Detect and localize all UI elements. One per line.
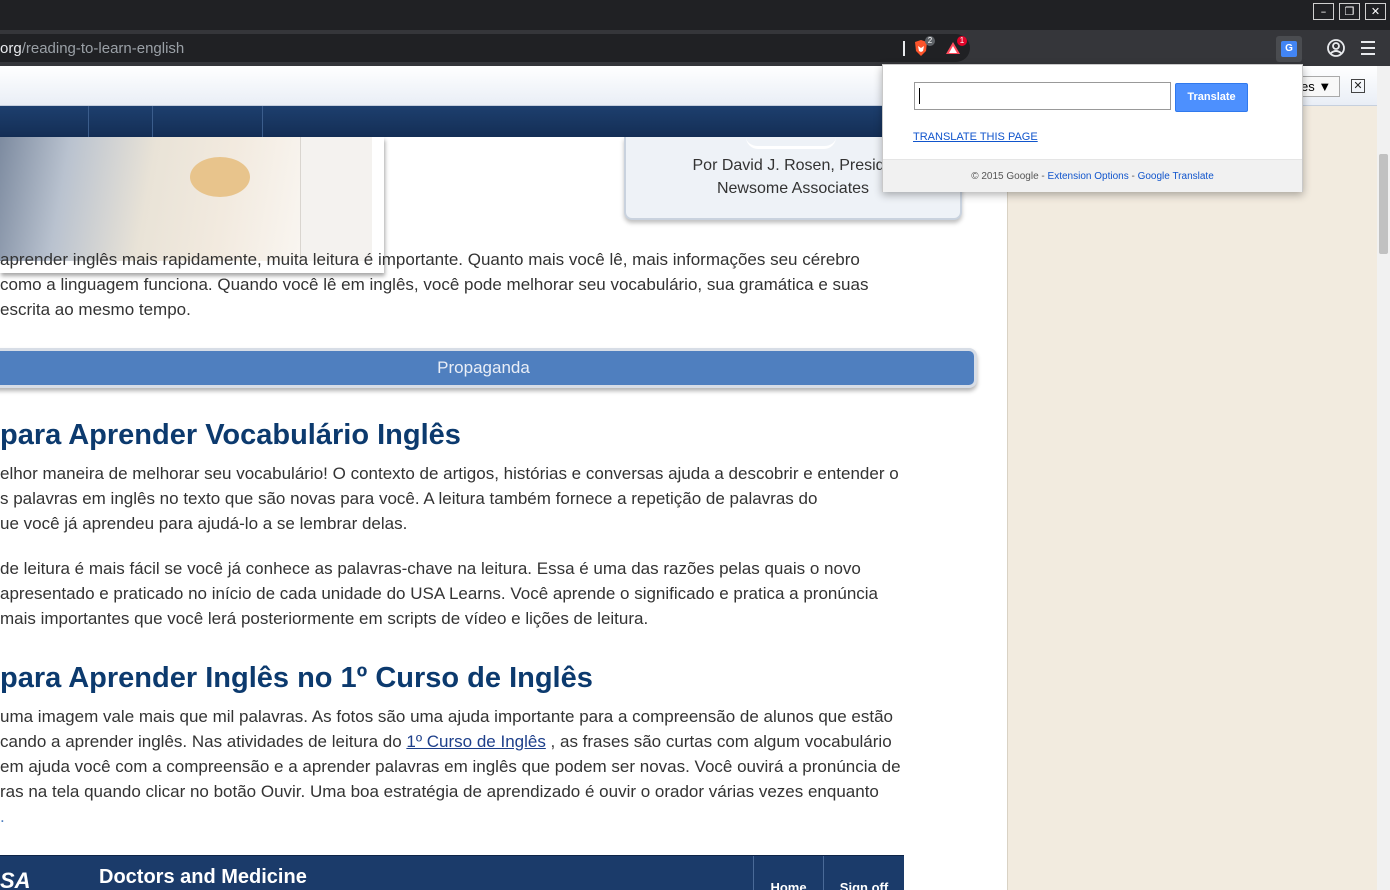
translate-bar-close-button[interactable]: ✕ xyxy=(1351,79,1365,93)
footer-separator: - xyxy=(1128,171,1138,182)
footer-copyright: © 2015 Google - xyxy=(971,171,1048,182)
intro-line-2: como a linguagem funciona. Quando você l… xyxy=(0,275,869,294)
author-photo-edge xyxy=(746,137,836,149)
video-home-button[interactable]: Home xyxy=(753,856,823,890)
extension-options-link[interactable]: Extension Options xyxy=(1048,171,1129,182)
page-scrollbar[interactable] xyxy=(1377,66,1390,890)
video-lesson-banner: SA Doctors and Medicine Home Sign off xyxy=(0,855,904,890)
profile-icon[interactable] xyxy=(1324,36,1348,60)
article-image xyxy=(0,137,372,261)
google-translate-extension-button[interactable]: G xyxy=(1276,36,1302,62)
google-translate-icon: G xyxy=(1281,41,1297,57)
google-translate-link[interactable]: Google Translate xyxy=(1138,171,1214,182)
url-text[interactable]: org/reading-to-learn-english xyxy=(0,40,184,57)
paragraph-line: em ajuda você com a compreensão e a apre… xyxy=(0,757,901,776)
paragraph-line: mais importantes que você lerá posterior… xyxy=(0,609,649,628)
image-detail xyxy=(190,157,250,197)
image-detail xyxy=(300,137,372,261)
address-bar[interactable]: org/reading-to-learn-english 2 1 xyxy=(0,34,970,62)
usa-learns-logo: SA xyxy=(0,868,31,890)
paragraph-line: cando a aprender inglês. Nas atividades … xyxy=(0,729,892,754)
translate-this-page-link[interactable]: TRANSLATE THIS PAGE xyxy=(913,131,1038,143)
text-caret xyxy=(919,88,920,104)
brave-shields-icon[interactable]: 2 xyxy=(912,36,935,57)
paragraph-line: . xyxy=(0,807,5,826)
video-signoff-button[interactable]: Sign off xyxy=(823,856,904,890)
brave-rewards-badge: 1 xyxy=(957,36,967,46)
translate-text-input[interactable] xyxy=(914,82,1171,110)
brave-rewards-icon[interactable]: 1 xyxy=(944,36,967,57)
window-titlebar: – ❐ ✕ xyxy=(0,0,1390,30)
paragraph-line: apresentado e praticado no início de cad… xyxy=(0,584,879,603)
avatar-icon xyxy=(1327,39,1345,57)
section-heading-vocabulary: para Aprender Vocabulário Inglês xyxy=(0,419,461,451)
video-title: Doctors and Medicine xyxy=(99,866,307,888)
section-heading-course: para Aprender Inglês no 1º Curso de Ingl… xyxy=(0,662,593,694)
popup-footer: © 2015 Google - Extension Options - Goog… xyxy=(883,159,1302,192)
site-navbar xyxy=(0,106,1007,137)
hamburger-menu-icon xyxy=(1361,41,1375,55)
nav-divider xyxy=(88,106,89,137)
paragraph-text: , as frases são curtas com algum vocabul… xyxy=(545,732,892,751)
url-host: org xyxy=(0,40,22,57)
restore-button[interactable]: ❐ xyxy=(1339,3,1360,20)
google-translate-popup: Translate TRANSLATE THIS PAGE © 2015 Goo… xyxy=(882,64,1303,192)
paragraph-line: ue você já aprendeu para ajudá-lo a se l… xyxy=(0,514,408,533)
nav-divider xyxy=(262,106,263,137)
scrollbar-thumb[interactable] xyxy=(1379,154,1388,254)
intro-line-1: aprender inglês mais rapidamente, muita … xyxy=(0,250,860,269)
paragraph-line: elhor maneira de melhorar seu vocabulári… xyxy=(0,464,899,483)
paragraph-line: ras na tela quando clicar no botão Ouvir… xyxy=(0,782,879,801)
url-path: /reading-to-learn-english xyxy=(21,40,185,57)
paragraph-line: uma imagem vale mais que mil palavras. A… xyxy=(0,707,893,726)
intro-line-3: escrita ao mesmo tempo. xyxy=(0,300,191,319)
nav-divider xyxy=(152,106,153,137)
paragraph-line: s palavras em inglês no texto que são no… xyxy=(0,489,818,508)
paragraph-line: de leitura é mais fácil se você já conhe… xyxy=(0,559,861,578)
paragraph-text: cando a aprender inglês. Nas atividades … xyxy=(0,732,407,751)
minimize-button[interactable]: – xyxy=(1313,3,1334,20)
brave-shields-badge: 2 xyxy=(925,36,935,46)
menu-icon[interactable] xyxy=(1356,36,1380,60)
advertisement-bar: Propaganda xyxy=(0,348,977,388)
course-link[interactable]: 1º Curso de Inglês xyxy=(406,732,545,751)
translate-button[interactable]: Translate xyxy=(1175,83,1248,112)
browser-toolbar: org/reading-to-learn-english 2 1 xyxy=(0,30,1390,66)
close-window-button[interactable]: ✕ xyxy=(1365,3,1386,20)
omnibox-separator xyxy=(903,41,905,56)
